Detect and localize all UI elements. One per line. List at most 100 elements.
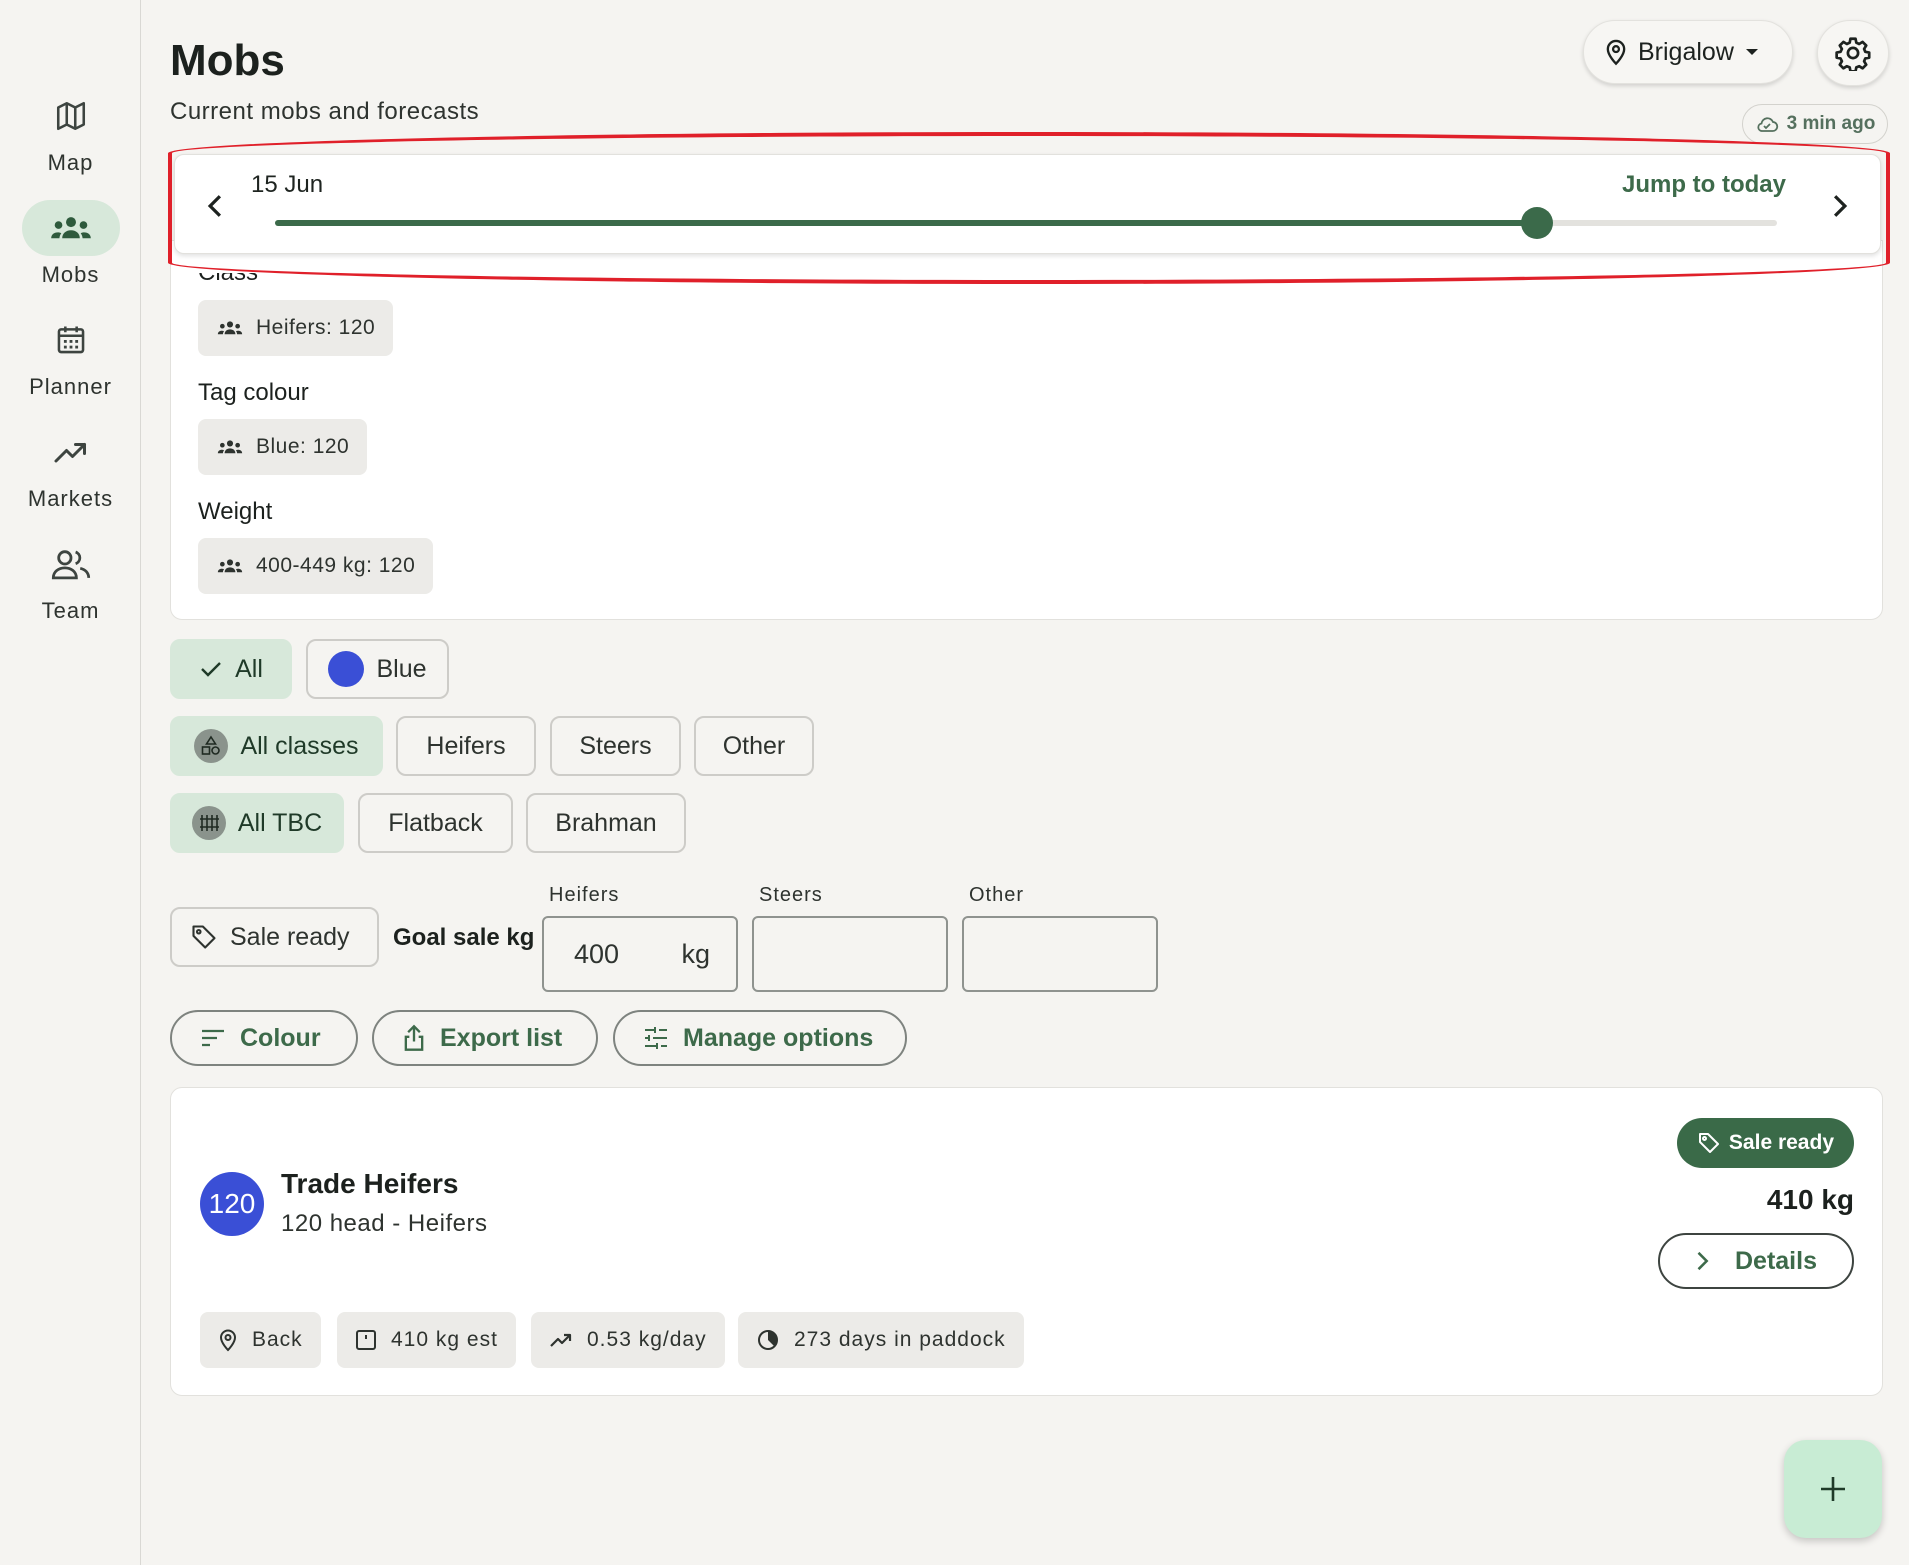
date-slider-track[interactable] [275, 207, 1777, 239]
nav-item-team[interactable]: Team [0, 536, 141, 636]
sort-lines-icon [200, 1028, 226, 1048]
mob-weight: 410 kg [1766, 1184, 1854, 1215]
weight-label: Weight [198, 498, 273, 525]
location-name: Brigalow [1638, 37, 1734, 66]
nav-label-planner: Planner [29, 374, 112, 399]
group-icon [216, 438, 244, 456]
trend-icon [22, 424, 120, 480]
days-in-paddock-stat: 273 days in paddock [738, 1312, 1024, 1368]
mob-summary-card: Class Heifers: 120 Tag colour Blue: 120 … [170, 240, 1883, 620]
blue-tag-swatch [328, 651, 365, 687]
breed-filter-brahman[interactable]: Brahman [526, 793, 686, 853]
location-selector[interactable]: Brigalow [1583, 20, 1793, 84]
page-subtitle: Current mobs and forecasts [170, 98, 480, 125]
export-list-button[interactable]: Export list [372, 1010, 598, 1066]
date-slider-thumb[interactable] [1520, 207, 1553, 239]
chevron-right-icon [1695, 1250, 1709, 1272]
goal-sale-label: Goal sale kg [393, 924, 535, 951]
steers-goal-input[interactable] [752, 916, 948, 992]
settings-button[interactable] [1817, 20, 1889, 86]
tag-filter-blue[interactable]: Blue [306, 639, 449, 699]
class-section-label: Class [198, 259, 259, 286]
dropdown-arrow-icon [1744, 47, 1760, 57]
heifers-goal-value: 400 [574, 938, 620, 969]
breed-filter-all[interactable]: All TBC [170, 793, 344, 853]
add-mob-button[interactable] [1784, 1440, 1882, 1538]
daily-gain-stat: 0.53 kg/day [531, 1312, 725, 1368]
previous-date-button[interactable] [205, 193, 225, 219]
jump-to-today-link[interactable]: Jump to today [1622, 171, 1786, 199]
fence-icon [191, 806, 226, 840]
nav-label-mobs: Mobs [41, 262, 100, 287]
class-filter-all-label: All classes [240, 731, 359, 760]
weight-estimate-stat: 410 kg est [337, 1312, 516, 1368]
tag-colour-text: Blue: 120 [256, 435, 350, 458]
steers-field-caption: Steers [759, 884, 823, 906]
other-goal-input[interactable] [962, 916, 1158, 992]
side-navigation: Map Mobs Planner Markets Team [0, 0, 141, 1565]
nav-label-map: Map [47, 150, 94, 175]
class-filter-steers-label: Steers [579, 731, 652, 760]
class-filter-all[interactable]: All classes [170, 716, 383, 776]
scale-icon [355, 1329, 377, 1351]
nav-label-markets: Markets [27, 486, 114, 511]
breed-filter-brahman-label: Brahman [555, 808, 657, 837]
nav-item-mobs[interactable]: Mobs [0, 200, 141, 300]
breed-filter-all-label: All TBC [237, 808, 323, 837]
details-button[interactable]: Details [1658, 1233, 1854, 1289]
map-icon [22, 88, 120, 144]
calendar-icon [22, 312, 120, 368]
sale-ready-toggle-label: Sale ready [230, 922, 350, 951]
weight-range-chip: 400-449 kg: 120 [198, 538, 434, 594]
export-list-label: Export list [440, 1023, 563, 1052]
tag-filter-blue-label: Blue [376, 654, 427, 683]
daily-gain-text: 0.53 kg/day [587, 1328, 707, 1351]
nav-label-team: Team [41, 598, 100, 623]
tag-colour-label: Tag colour [198, 379, 309, 406]
selected-date: 15 Jun [251, 171, 324, 198]
location-pin-icon [1604, 38, 1628, 66]
heifers-field-caption: Heifers [549, 884, 620, 906]
class-filter-steers[interactable]: Steers [550, 716, 681, 776]
nav-item-map[interactable]: Map [0, 88, 141, 188]
colour-button[interactable]: Colour [170, 1010, 358, 1066]
class-filter-heifers-label: Heifers [426, 731, 506, 760]
date-slider-card: 15 Jun Jump to today [174, 154, 1881, 254]
weight-range-text: 400-449 kg: 120 [256, 554, 416, 577]
heifers-goal-input[interactable]: 400 kg [542, 916, 738, 992]
manage-options-button[interactable]: Manage options [613, 1010, 907, 1066]
days-in-paddock-text: 273 days in paddock [794, 1328, 1006, 1351]
nav-item-markets[interactable]: Markets [0, 424, 141, 524]
check-icon [199, 659, 223, 679]
mob-card[interactable]: 120 Trade Heifers 120 head - Heifers Sal… [170, 1087, 1883, 1396]
tag-icon [190, 923, 218, 951]
group-icon [21, 200, 120, 256]
trend-icon [549, 1331, 573, 1349]
tag-icon [1697, 1131, 1721, 1155]
class-filter-heifers[interactable]: Heifers [396, 716, 536, 776]
weight-estimate-text: 410 kg est [391, 1328, 498, 1351]
date-slider-fill [275, 220, 1537, 226]
page-title: Mobs [170, 36, 285, 85]
tag-filter-all[interactable]: All [170, 639, 292, 699]
shapes-icon [194, 729, 229, 763]
people-icon [22, 536, 120, 592]
cloud-sync-icon [1755, 115, 1779, 133]
heifers-goal-unit: kg [681, 938, 710, 969]
plus-icon [1818, 1474, 1848, 1504]
group-icon [216, 319, 244, 337]
colour-button-label: Colour [240, 1023, 321, 1052]
breed-filter-flatback[interactable]: Flatback [358, 793, 513, 853]
sale-ready-toggle[interactable]: Sale ready [170, 907, 379, 967]
paddock-stat: Back [200, 1312, 321, 1368]
other-field-caption: Other [969, 884, 1025, 906]
next-date-button[interactable] [1830, 193, 1850, 219]
time-elapsed-icon [756, 1328, 780, 1352]
nav-item-planner[interactable]: Planner [0, 312, 141, 412]
sale-ready-badge-label: Sale ready [1728, 1131, 1834, 1154]
details-button-label: Details [1735, 1246, 1817, 1275]
class-filter-other[interactable]: Other [694, 716, 814, 776]
manage-options-label: Manage options [683, 1023, 874, 1052]
sync-status-text: 3 min ago [1786, 113, 1876, 134]
class-count-text: Heifers: 120 [256, 316, 376, 339]
